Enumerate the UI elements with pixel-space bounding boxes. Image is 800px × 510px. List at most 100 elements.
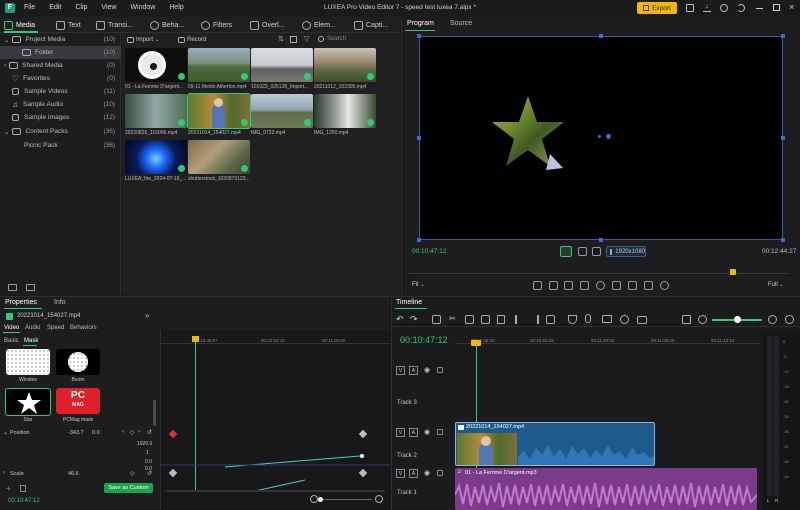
keyframe-zoom-thumb[interactable] (318, 497, 323, 502)
tab-overlays[interactable]: Overl... (250, 19, 285, 32)
trim-icon[interactable] (465, 315, 474, 324)
video-clip[interactable]: 20221014_154027.mp4 (455, 422, 655, 466)
mask-window-thumb[interactable] (6, 349, 50, 375)
reset-icon[interactable]: ↺ (147, 429, 152, 436)
trash-icon[interactable] (497, 315, 505, 324)
export-button[interactable]: Export (637, 2, 677, 14)
resize-handle[interactable] (417, 34, 421, 38)
menu-window[interactable]: Window (130, 4, 155, 11)
resize-handle[interactable] (781, 238, 785, 242)
full-dropdown[interactable]: Full ⌄ (768, 282, 792, 288)
resize-handle[interactable] (781, 34, 785, 38)
sub-tab-behaviors[interactable]: Behaviors (70, 325, 97, 331)
menu-clip[interactable]: Clip (75, 4, 87, 11)
menu-file[interactable]: File (24, 4, 35, 11)
resize-handle[interactable] (599, 34, 603, 38)
record-button[interactable]: Record (178, 35, 218, 44)
media-thumb-5[interactable] (187, 93, 251, 129)
fit-dropdown[interactable]: Fit ⌄ (412, 282, 436, 288)
tree-project-media[interactable]: ⌄ Project Media (10) (0, 33, 121, 46)
scale-input[interactable]: 46.6 (68, 471, 79, 477)
media-thumb-7[interactable] (314, 94, 376, 128)
resolution-toggle[interactable]: 1920x1080 (606, 246, 646, 257)
eye-icon[interactable]: ◉ (424, 469, 430, 477)
hand-tool-icon[interactable] (578, 247, 587, 256)
tab-elements[interactable]: Elem... (302, 19, 336, 32)
tree-sample-audio[interactable]: ♫ Sample Audio (10) (0, 98, 121, 111)
eye-icon[interactable]: ◉ (424, 366, 430, 374)
save-icon[interactable] (686, 4, 694, 12)
tab-program[interactable]: Program (407, 20, 434, 27)
audio-toggle[interactable]: A (409, 428, 418, 437)
prev-keyframe-icon[interactable]: ‹ (122, 429, 124, 435)
play-icon[interactable] (612, 281, 621, 290)
menu-help[interactable]: Help (169, 4, 183, 11)
resize-handle[interactable] (417, 238, 421, 242)
tree-sample-videos[interactable]: Sample Videos (11) (0, 85, 121, 98)
speed-icon[interactable] (620, 315, 629, 324)
expand-chevron-icon[interactable]: ⌄ (3, 429, 8, 436)
mask-tab-basic[interactable]: Basic (4, 338, 19, 344)
redo-icon[interactable]: ↷ (410, 314, 418, 325)
microphone-icon[interactable] (585, 314, 591, 323)
maximize-icon[interactable] (773, 4, 780, 11)
settings-icon[interactable] (660, 281, 669, 290)
tree-folder[interactable]: Folder (10) (0, 46, 121, 59)
copy-icon[interactable] (481, 315, 490, 324)
prev-frame-icon[interactable] (564, 281, 573, 290)
position-width-value[interactable]: 1920.0 (137, 441, 152, 447)
properties-scrollbar[interactable] (153, 400, 156, 426)
lock-icon[interactable] (437, 367, 443, 373)
preview-canvas[interactable] (419, 36, 783, 240)
mask-tab-mask[interactable]: Mask (24, 338, 38, 344)
select-tool-icon[interactable] (432, 315, 441, 324)
add-keyframe-icon[interactable]: ◇ (130, 470, 135, 477)
user-icon[interactable] (720, 4, 728, 12)
shield-icon[interactable] (568, 315, 577, 324)
close-icon[interactable]: × (789, 2, 794, 12)
tab-captions[interactable]: Capti... (354, 19, 388, 32)
video-toggle[interactable]: V (396, 469, 405, 478)
audio-toggle[interactable]: A (409, 469, 418, 478)
media-thumb-1[interactable] (188, 48, 250, 82)
snapshot-icon[interactable] (644, 281, 653, 290)
camera-icon[interactable] (637, 316, 647, 324)
tab-transitions[interactable]: Transi... (96, 19, 133, 32)
tree-content-packs[interactable]: ⌄ Content Packs (36) (0, 125, 121, 138)
position-extra-value[interactable]: 0.0 (145, 459, 152, 465)
import-button[interactable]: Import ⌄ (127, 35, 167, 44)
razor-icon[interactable]: ✂ (449, 314, 456, 323)
media-thumb-6[interactable] (251, 94, 313, 128)
transform-tool-icon[interactable] (560, 246, 572, 257)
video-toggle[interactable]: V (396, 366, 405, 375)
position-index-value[interactable]: 1 (146, 450, 149, 456)
mask-boom-thumb[interactable] (56, 349, 100, 375)
tree-favorites[interactable]: ♡ Favorites (0) (0, 72, 121, 85)
keyframe-playhead-handle[interactable] (192, 336, 199, 342)
mask-pcmag-thumb[interactable]: PC MAG (56, 388, 100, 414)
media-thumb-3[interactable] (314, 48, 376, 82)
keyframe-zoom-slider[interactable] (320, 499, 372, 500)
tree-sample-images[interactable]: Sample Images (12) (0, 111, 121, 124)
split-end-icon[interactable] (530, 315, 539, 324)
delete-icon[interactable] (20, 485, 26, 492)
resize-handle[interactable] (781, 136, 785, 140)
next-keyframe-icon[interactable]: › (138, 429, 140, 435)
download-icon[interactable]: ↓ (703, 3, 711, 12)
split-start-icon[interactable] (515, 315, 524, 324)
media-thumb-0[interactable] (125, 48, 187, 82)
sub-tab-video[interactable]: Video (4, 325, 19, 331)
zoom-out-icon[interactable] (310, 495, 318, 503)
grid-view-icon[interactable] (290, 36, 297, 43)
tab-filters[interactable]: Filters (201, 19, 232, 32)
sort-icon[interactable]: ⇅ (278, 35, 284, 43)
undo-icon[interactable]: ↶ (396, 314, 404, 325)
audio-toggle[interactable]: A (409, 366, 418, 375)
zoom-in-icon[interactable] (375, 495, 383, 503)
add-icon[interactable]: + (6, 484, 11, 493)
menu-edit[interactable]: Edit (49, 4, 61, 11)
tab-info[interactable]: Info (54, 299, 66, 306)
media-thumb-8[interactable] (125, 140, 187, 174)
playhead-marker[interactable] (730, 269, 736, 275)
add-keyframe-icon[interactable]: ◇ (130, 429, 135, 436)
